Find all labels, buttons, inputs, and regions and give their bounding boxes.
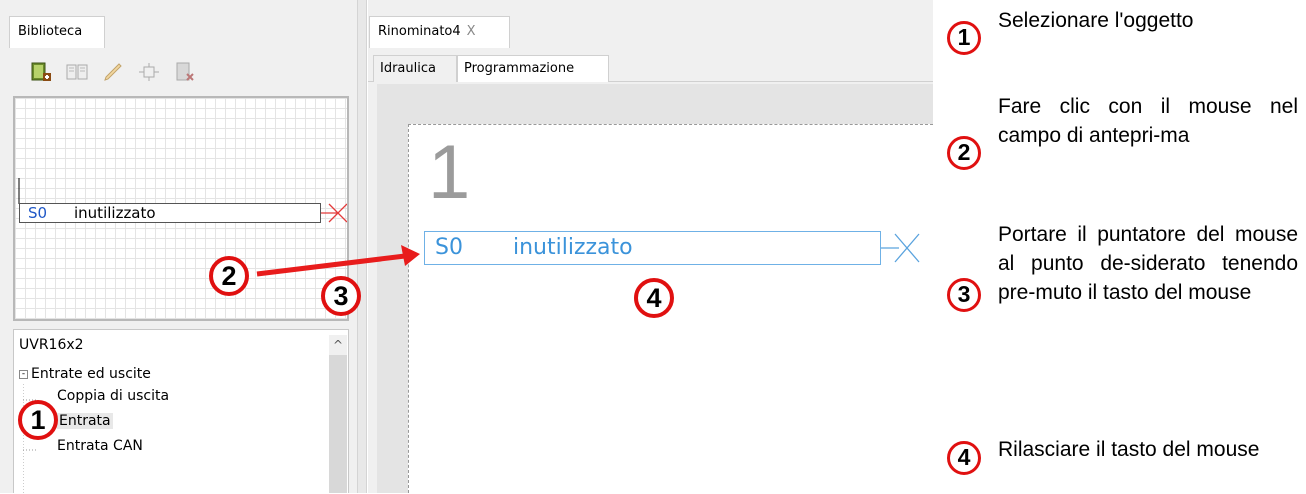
tree-scrollbar[interactable] xyxy=(329,335,347,493)
step-badge-3: 3 xyxy=(321,276,361,316)
tree-group-label: Entrate ed uscite xyxy=(31,366,151,382)
preview-block-number: S0 xyxy=(28,204,48,222)
tree-item-selected[interactable]: Entrata xyxy=(57,413,113,429)
preview-field[interactable]: S0 inutilizzato xyxy=(13,96,349,321)
library-toolbar xyxy=(28,58,198,86)
tab-document-label: Rinominato4 xyxy=(378,24,461,39)
placed-block-number: S0 xyxy=(435,235,463,260)
tree-root[interactable]: UVR16x2 xyxy=(19,337,84,353)
tree-group[interactable]: - Entrate ed uscite xyxy=(19,366,151,382)
tab-document[interactable]: Rinominato4 X xyxy=(369,16,510,48)
close-icon xyxy=(321,203,347,223)
step-badge-2: 2 xyxy=(209,256,249,296)
instruction-badge-2: 2 xyxy=(947,136,981,170)
instruction-4: Rilasciare il tasto del mouse xyxy=(998,438,1260,461)
connector-end-icon xyxy=(881,233,920,263)
read-book-icon[interactable] xyxy=(64,59,90,85)
step-badge-4: 4 xyxy=(634,278,674,318)
collapse-icon[interactable]: - xyxy=(19,369,28,379)
connector-icon[interactable] xyxy=(136,59,162,85)
scroll-up-button[interactable]: ^ xyxy=(329,335,347,355)
tab-programming[interactable]: Programmazione xyxy=(457,55,609,82)
delete-book-icon[interactable] xyxy=(172,59,198,85)
tree-item[interactable]: Coppia di uscita xyxy=(57,388,169,404)
instruction-2: Fare clic con il mouse nel campo di ante… xyxy=(998,95,1298,147)
tab-library[interactable]: Biblioteca xyxy=(9,16,105,48)
instruction-badge-4: 4 xyxy=(947,441,981,475)
page-number: 1 xyxy=(428,130,471,215)
placed-input-block[interactable]: S0 inutilizzato xyxy=(424,231,881,265)
add-book-icon[interactable] xyxy=(28,59,54,85)
step-badge-1: 1 xyxy=(18,400,58,440)
close-icon[interactable]: X xyxy=(467,24,476,39)
tree-item[interactable]: Entrata CAN xyxy=(57,438,143,454)
pencil-icon[interactable] xyxy=(100,59,126,85)
instruction-badge-1: 1 xyxy=(947,21,981,55)
object-tree: UVR16x2 - Entrate ed uscite Coppia di usc… xyxy=(13,329,349,494)
preview-input-block[interactable]: S0 inutilizzato xyxy=(19,203,321,223)
tab-hydraulics[interactable]: Idraulica xyxy=(373,55,457,82)
instruction-1: Selezionare l'oggetto xyxy=(998,9,1194,32)
placed-block-label: inutilizzato xyxy=(513,235,633,260)
instruction-3: Portare il puntatore del mouse al punto … xyxy=(998,223,1298,304)
instruction-badge-3: 3 xyxy=(947,278,981,312)
preview-block-label: inutilizzato xyxy=(74,204,156,222)
